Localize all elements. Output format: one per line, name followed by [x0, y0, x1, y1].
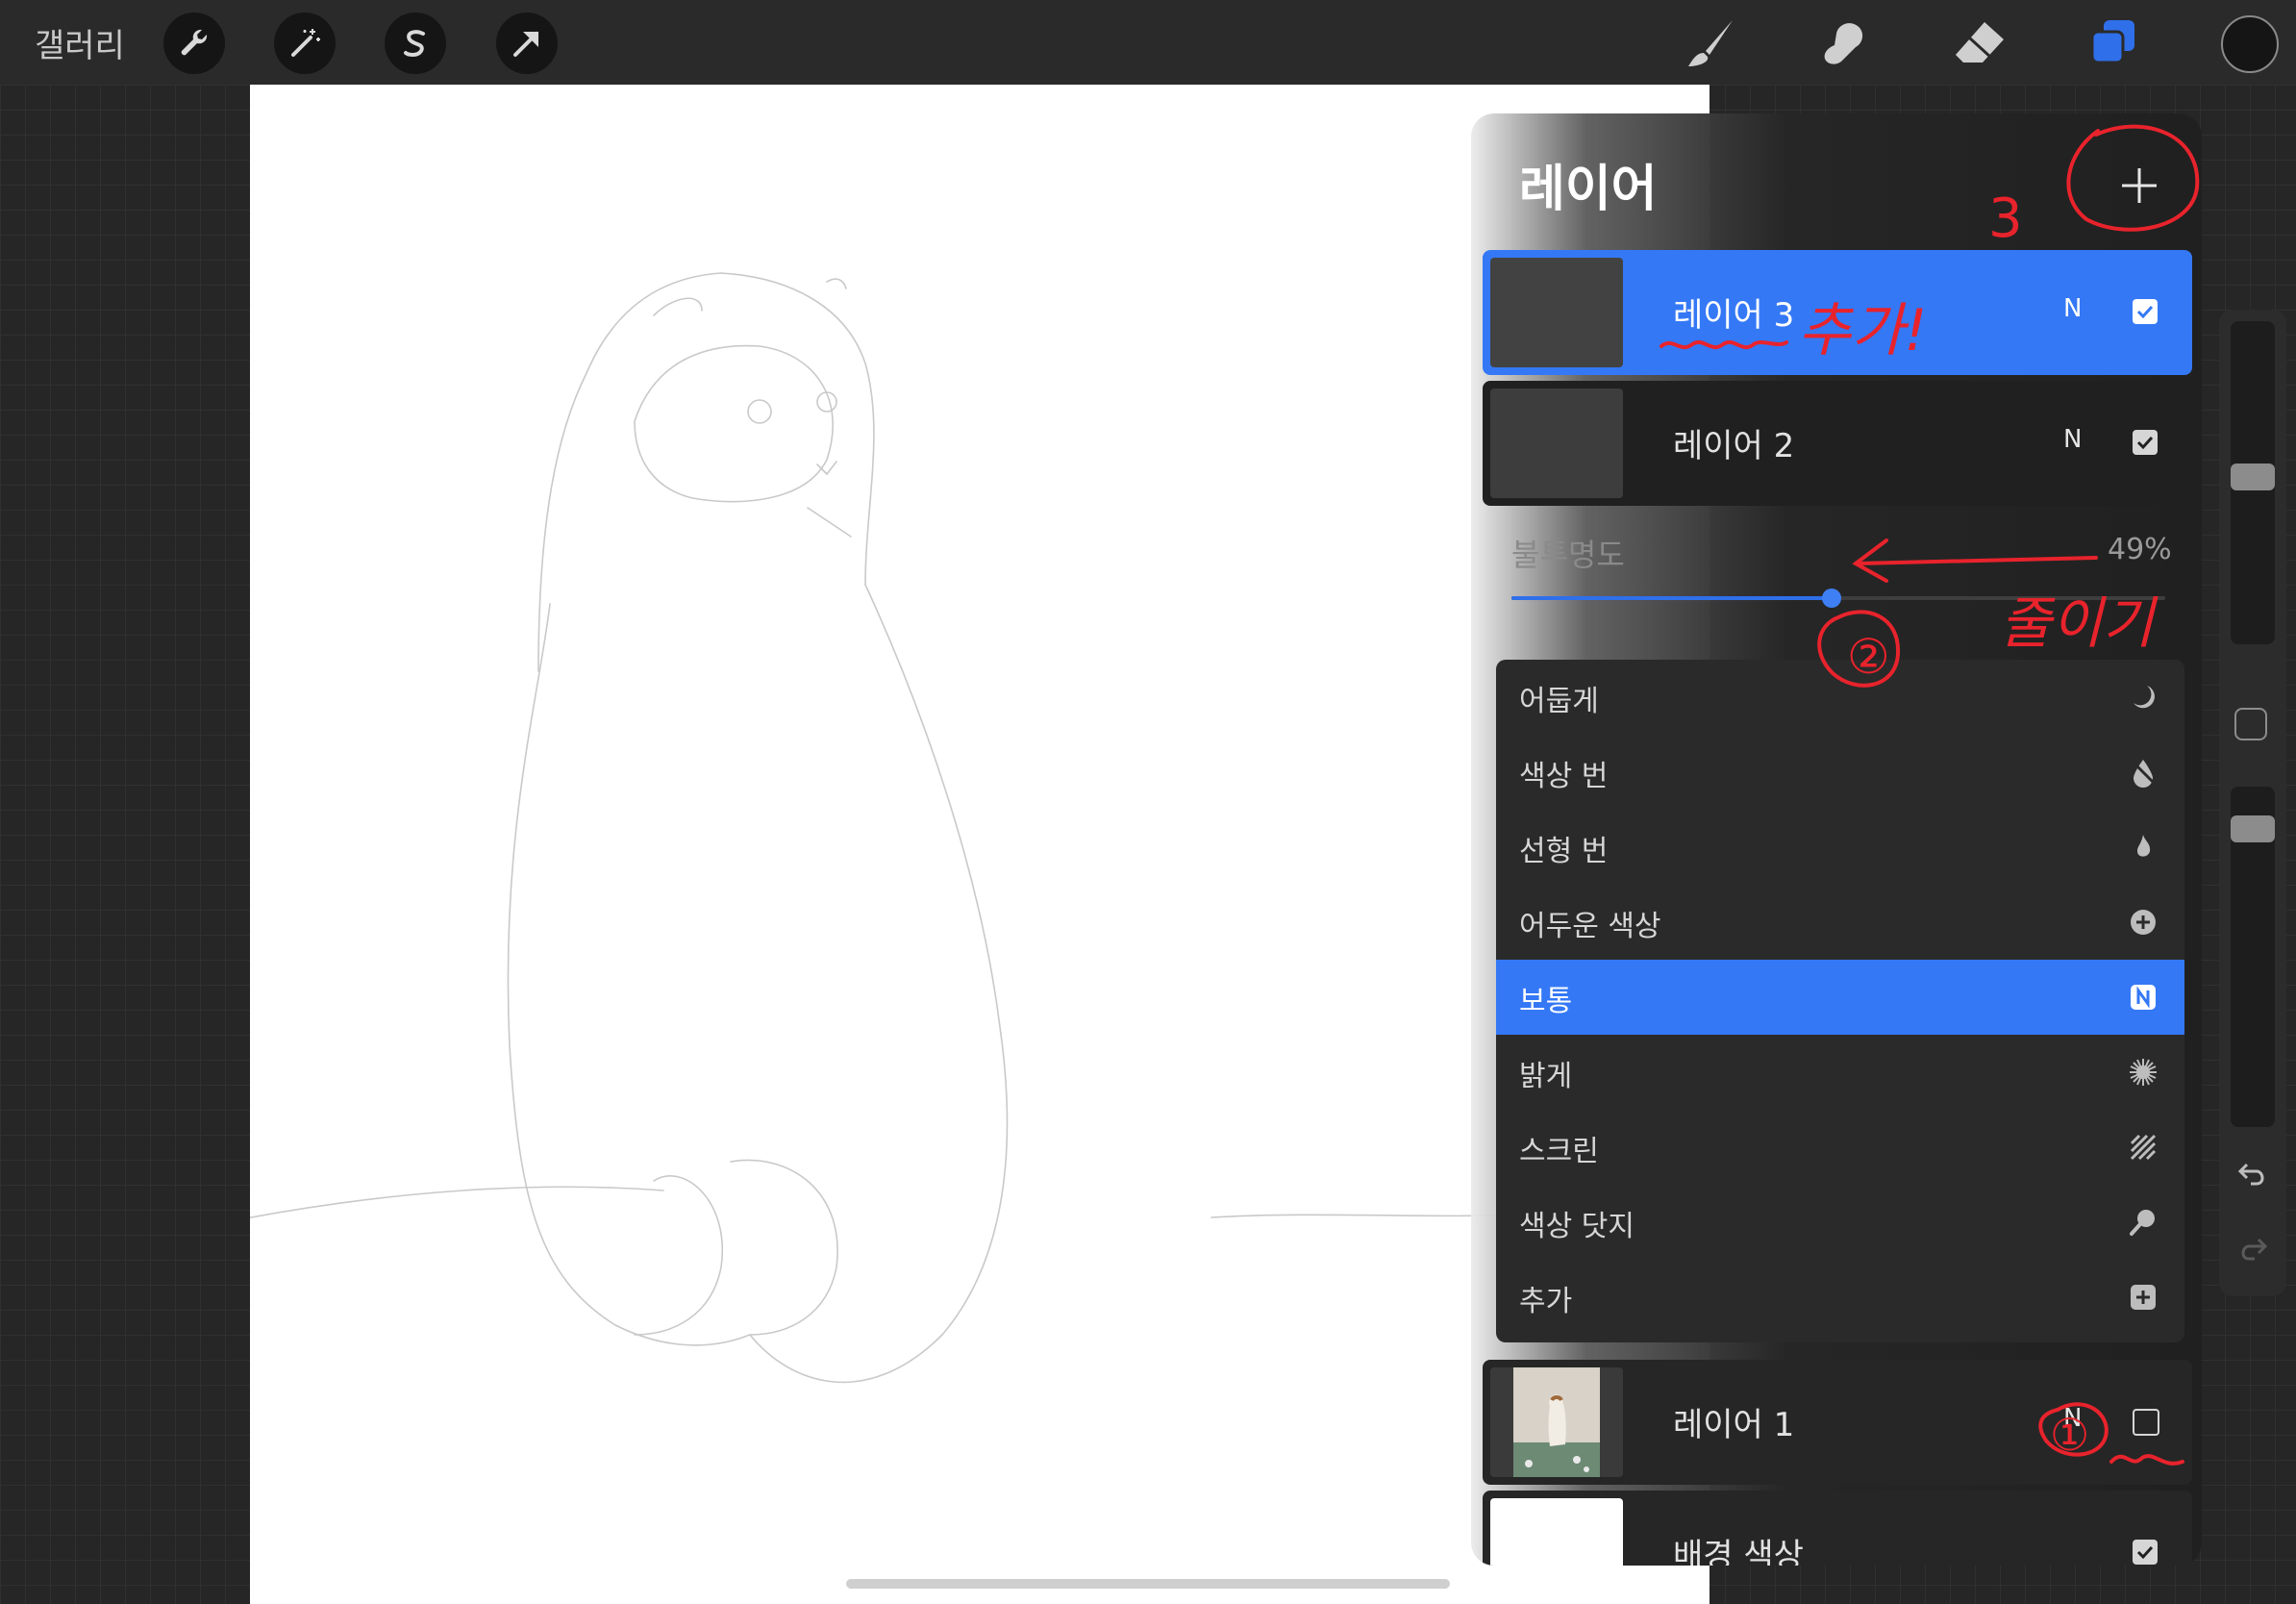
- blend-mode-linear-burn[interactable]: 선형 번: [1496, 810, 2184, 885]
- side-toolbar: [2219, 310, 2286, 1296]
- plus-icon: [2122, 168, 2157, 203]
- color-burn-icon: [2127, 756, 2159, 789]
- blend-mode-screen[interactable]: 스크린: [1496, 1110, 2184, 1185]
- blend-mode-label: 어둡게: [1519, 685, 1599, 718]
- flame-icon: [2127, 831, 2159, 864]
- blend-mode-label: 어두운 색상: [1519, 910, 1661, 943]
- background-color-swatch[interactable]: [1490, 1498, 1623, 1566]
- wrench-icon: [181, 29, 208, 56]
- layer-thumbnail: [1490, 388, 1623, 498]
- add-layer-button[interactable]: [2106, 152, 2173, 219]
- color-picker-button[interactable]: [2221, 15, 2279, 73]
- blend-mode-normal[interactable]: 보통: [1496, 960, 2184, 1035]
- layers-tool[interactable]: [2080, 12, 2147, 75]
- blend-mode-label: 스크린: [1519, 1135, 1599, 1168]
- plus-circle-icon: [2127, 906, 2159, 939]
- n-badge-icon: [2127, 981, 2159, 1014]
- layer-row-2[interactable]: 레이어 2 N: [1483, 381, 2192, 506]
- blend-mode-list: 어둡게 색상 번 선형 번 어두운 색상 보통 밝게 스크린 색상 닷지 추가: [1496, 660, 2184, 1342]
- blend-mode-add[interactable]: 추가: [1496, 1260, 2184, 1335]
- check-icon: [2136, 436, 2154, 450]
- layer-name: 레이어 3: [1673, 296, 1795, 335]
- layers-panel-title: 레이어: [1519, 161, 1658, 218]
- opacity-slider[interactable]: [1511, 589, 2165, 608]
- selection-button[interactable]: [385, 13, 446, 74]
- blend-mode-label: 보통: [1519, 985, 1573, 1018]
- opacity-slider-fill: [1511, 596, 1833, 600]
- gallery-button[interactable]: 갤러리: [35, 19, 125, 66]
- blend-mode-color-dodge[interactable]: 색상 닷지: [1496, 1185, 2184, 1260]
- redo-icon: [2241, 1238, 2268, 1261]
- blend-mode-label: 색상 번: [1519, 760, 1609, 793]
- layers-panel: 레이어 레이어 3 N 레이어 2 N 불투명도 49% 어둡게 색상 번 선형…: [1471, 113, 2202, 1566]
- blend-mode-label: 색상 닷지: [1519, 1210, 1635, 1243]
- opacity-label: 불투명도: [1511, 537, 1625, 573]
- eraser-icon: [1956, 22, 2004, 63]
- check-icon: [2136, 305, 2154, 319]
- actions-button[interactable]: [163, 13, 225, 74]
- opacity-slider-knob[interactable]: [1822, 589, 1842, 608]
- blend-mode-color-burn[interactable]: 색상 번: [1496, 735, 2184, 810]
- screen-hatch-icon: [2127, 1131, 2159, 1164]
- smudge-icon: [1824, 23, 1863, 64]
- blend-mode-lighten[interactable]: 밝게: [1496, 1035, 2184, 1110]
- blend-mode-label: 밝게: [1519, 1060, 1573, 1093]
- top-toolbar: 갤러리: [0, 0, 2296, 85]
- blend-mode-button[interactable]: N: [2063, 294, 2082, 323]
- layer-name: 레이어 1: [1673, 1406, 1795, 1444]
- blend-mode-label: 선형 번: [1519, 835, 1609, 868]
- add-square-icon: [2127, 1281, 2159, 1314]
- moon-icon: [2127, 681, 2159, 714]
- modify-button[interactable]: [2234, 708, 2267, 740]
- brush-tool[interactable]: [1678, 12, 1745, 75]
- home-indicator: [846, 1579, 1450, 1589]
- selection-s-icon: [404, 30, 425, 57]
- blend-mode-button[interactable]: N: [2063, 425, 2082, 454]
- color-dodge-icon: [2127, 1206, 2159, 1239]
- adjustments-button[interactable]: [274, 13, 336, 74]
- check-icon: [2136, 1545, 2154, 1560]
- brush-size-slider[interactable]: [2231, 321, 2275, 644]
- smudge-tool[interactable]: [1812, 12, 1880, 75]
- undo-icon: [2237, 1163, 2264, 1186]
- eraser-tool[interactable]: [1947, 12, 2014, 75]
- visibility-checkbox[interactable]: [2133, 1409, 2159, 1436]
- undo-button[interactable]: [2233, 1154, 2273, 1194]
- visibility-checkbox[interactable]: [2133, 430, 2158, 455]
- brush-size-handle[interactable]: [2231, 464, 2275, 490]
- cat-photo-thumbnail: [1513, 1367, 1600, 1477]
- opacity-value: 49%: [2108, 533, 2172, 566]
- blend-mode-button[interactable]: N: [2063, 1404, 2082, 1433]
- layer-thumbnail: [1490, 258, 1623, 367]
- layer-thumbnail: [1490, 1367, 1623, 1477]
- layer-name: 배경 색상: [1673, 1537, 1804, 1566]
- blend-mode-label: 추가: [1519, 1285, 1573, 1318]
- layer-row-1[interactable]: 레이어 1 N: [1483, 1360, 2192, 1485]
- transform-arrow-icon: [513, 32, 538, 57]
- blend-mode-darken[interactable]: 어둡게: [1496, 660, 2184, 735]
- blend-mode-darker-color[interactable]: 어두운 색상: [1496, 885, 2184, 960]
- background-color-row[interactable]: 배경 색상: [1483, 1491, 2192, 1566]
- opacity-side-handle[interactable]: [2231, 815, 2275, 842]
- layers-icon: [2090, 20, 2134, 64]
- transform-button[interactable]: [496, 13, 558, 74]
- visibility-checkbox[interactable]: [2133, 1540, 2158, 1565]
- sun-burst-icon: [2127, 1056, 2159, 1089]
- visibility-checkbox[interactable]: [2133, 299, 2158, 324]
- magic-wand-icon: [291, 29, 320, 57]
- opacity-side-slider[interactable]: [2231, 787, 2275, 1127]
- layer-name: 레이어 2: [1673, 427, 1795, 465]
- layer-row-3[interactable]: 레이어 3 N: [1483, 250, 2192, 375]
- redo-button[interactable]: [2233, 1229, 2273, 1269]
- brush-icon: [1688, 20, 1733, 66]
